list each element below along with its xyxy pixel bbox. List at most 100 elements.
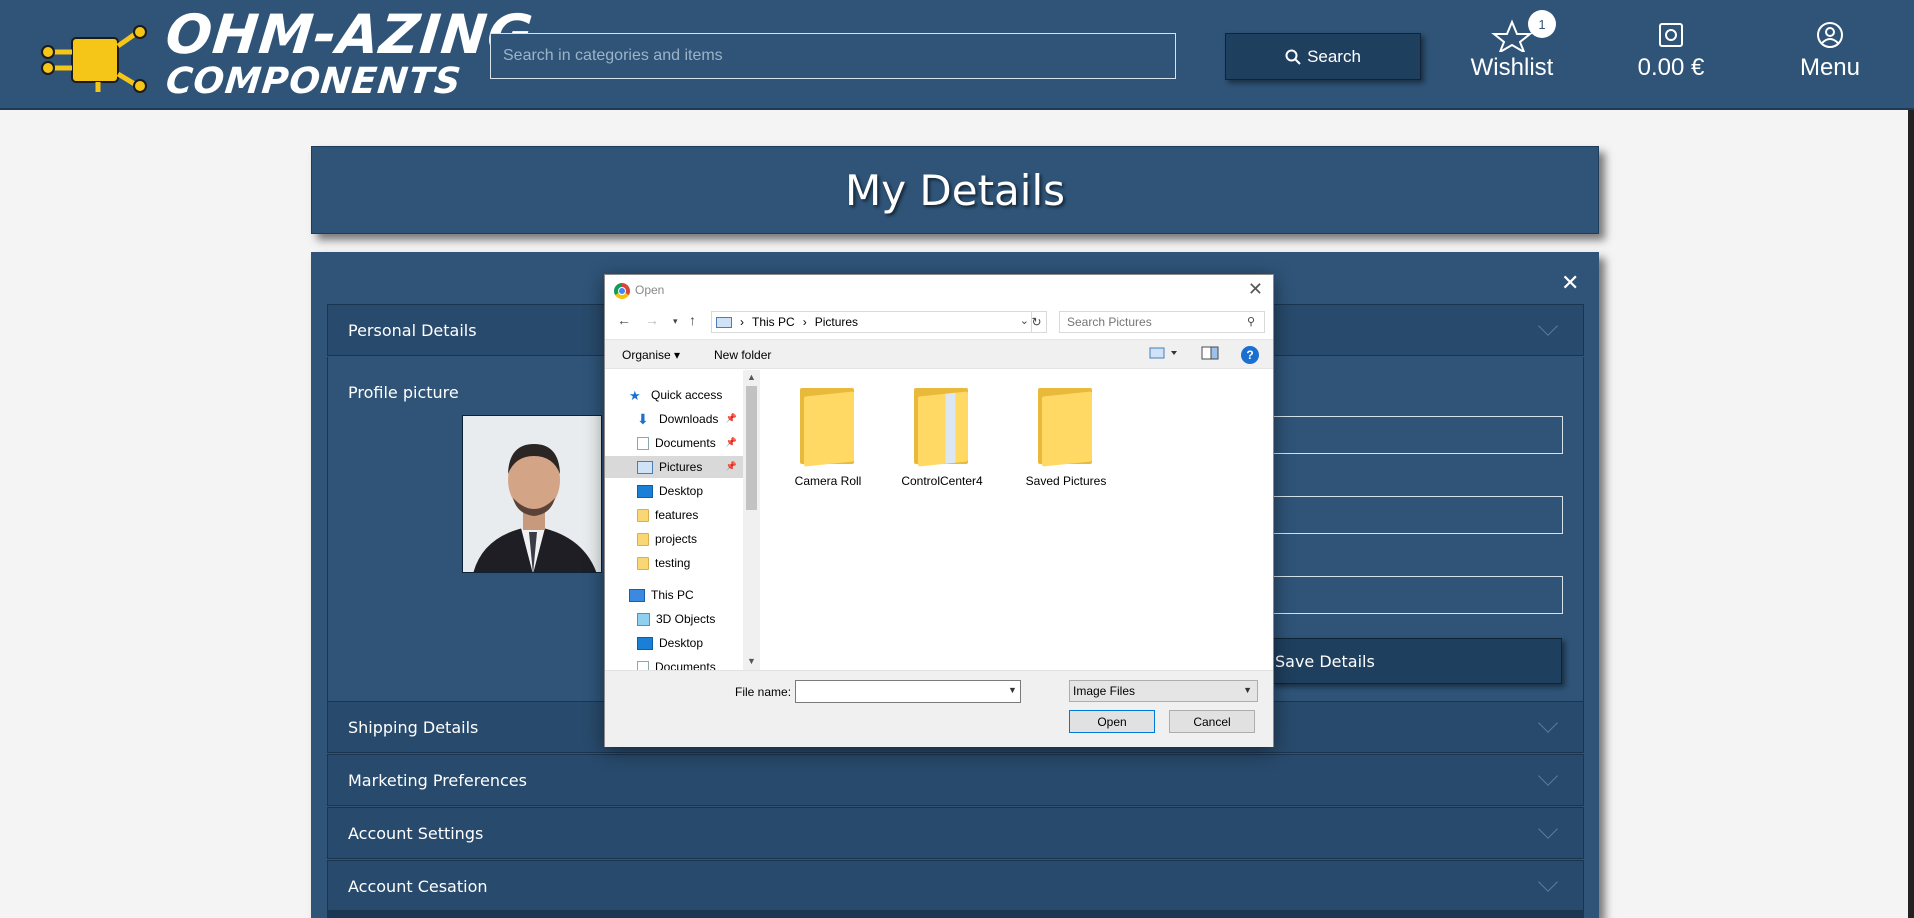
scroll-down-icon[interactable]: ▼ xyxy=(747,656,756,666)
nav-this-pc[interactable]: This PC xyxy=(605,584,743,606)
star-icon xyxy=(1491,19,1533,52)
accordion-label: Account Settings xyxy=(348,823,484,843)
folder-item[interactable]: Camera Roll xyxy=(773,388,883,488)
document-icon xyxy=(637,660,649,670)
folder-item[interactable]: ControlCenter4 xyxy=(887,388,997,488)
chevron-down-icon xyxy=(1538,766,1558,786)
search-button[interactable]: Search xyxy=(1225,33,1421,80)
cart-safe-icon xyxy=(1659,23,1683,47)
new-folder-button[interactable]: New folder xyxy=(714,348,771,362)
panel-bottom-strip xyxy=(327,910,1584,918)
up-arrow-icon[interactable]: ↑ xyxy=(689,312,696,328)
save-details-button[interactable]: Save Details xyxy=(1270,638,1562,684)
nav-label: testing xyxy=(655,556,691,570)
email-field[interactable] xyxy=(1270,576,1563,614)
file-name-input[interactable] xyxy=(795,680,1021,703)
site-search-input[interactable] xyxy=(490,33,1176,79)
logo-chip-icon[interactable] xyxy=(38,24,150,94)
nav-label: Quick access xyxy=(651,388,723,402)
nav-documents[interactable]: Documents 📌 xyxy=(605,432,743,454)
page-title-box: My Details xyxy=(311,146,1599,234)
accordion-marketing-preferences[interactable]: Marketing Preferences xyxy=(327,754,1584,806)
brand-logo-text[interactable]: OHM-AZING COMPONENTS xyxy=(163,3,536,102)
accordion-account-cesation[interactable]: Account Cesation xyxy=(327,860,1584,912)
dialog-toolbar: Organise ▾ New folder ? xyxy=(605,339,1273,369)
scroll-thumb[interactable] xyxy=(746,386,757,510)
last-name-field[interactable] xyxy=(1270,496,1563,534)
file-open-dialog[interactable]: Open ✕ ← → ▾ ↑ › This PC › Pictures ⌄ ↻ … xyxy=(604,274,1274,747)
folder-icon xyxy=(637,508,649,522)
search-button-label: Search xyxy=(1307,46,1361,66)
accordion-label: Account Cesation xyxy=(348,876,488,896)
view-options-icon[interactable] xyxy=(1149,346,1179,363)
chevron-down-icon xyxy=(1538,872,1558,892)
nav-features[interactable]: features xyxy=(605,504,743,526)
organise-menu[interactable]: Organise ▾ xyxy=(622,348,680,362)
nav-downloads[interactable]: ⬇ Downloads 📌 xyxy=(605,408,743,430)
back-arrow-icon[interactable]: ← xyxy=(617,312,631,328)
nav-label: 3D Objects xyxy=(656,612,716,626)
scroll-up-icon[interactable]: ▲ xyxy=(747,372,756,382)
first-name-field[interactable] xyxy=(1270,416,1563,454)
nav-documents-pc[interactable]: Documents xyxy=(605,656,743,670)
pin-icon[interactable]: 📌 xyxy=(726,461,737,472)
nav-scrollbar[interactable]: ▲ ▼ xyxy=(743,370,760,670)
folder-item[interactable]: Saved Pictures xyxy=(1011,388,1121,488)
cart-total: 0.00 € xyxy=(1637,54,1705,81)
file-name-label: File name: xyxy=(735,685,792,699)
desktop-icon xyxy=(637,484,653,498)
nav-label: Desktop xyxy=(659,636,704,650)
cart-link[interactable]: 0.00 € xyxy=(1596,18,1746,82)
pin-icon[interactable]: 📌 xyxy=(726,413,737,424)
close-icon[interactable]: ✕ xyxy=(1561,271,1579,296)
nav-label: Pictures xyxy=(659,460,703,474)
chevron-down-icon: ▼ xyxy=(1243,685,1252,695)
desktop-icon xyxy=(637,636,653,650)
pin-icon[interactable]: 📌 xyxy=(726,437,737,448)
nav-pictures[interactable]: Pictures 📌 xyxy=(605,456,743,478)
cancel-button[interactable]: Cancel xyxy=(1169,710,1255,733)
search-icon: ⚲ xyxy=(1247,316,1256,328)
pictures-location-icon xyxy=(716,316,732,328)
nav-label: features xyxy=(655,508,699,522)
nav-label: projects xyxy=(655,532,698,546)
profile-picture[interactable] xyxy=(462,415,602,573)
wishlist-link[interactable]: Wishlist xyxy=(1437,18,1587,82)
preview-pane-icon[interactable] xyxy=(1201,346,1219,363)
nav-desktop-pc[interactable]: Desktop xyxy=(605,632,743,654)
menu-link[interactable]: Menu xyxy=(1755,18,1905,82)
dialog-title-bar[interactable]: Open ✕ xyxy=(605,275,1273,305)
nav-label: Desktop xyxy=(659,484,704,498)
download-arrow-icon: ⬇ xyxy=(637,410,649,427)
refresh-icon[interactable]: ↻ xyxy=(1027,311,1047,333)
nav-quick-access[interactable]: ★ Quick access xyxy=(605,384,743,406)
nav-3d-objects[interactable]: 3D Objects xyxy=(605,608,743,630)
recent-locations-chevron-icon[interactable]: ▾ xyxy=(673,316,678,327)
accordion-account-settings[interactable]: Account Settings xyxy=(327,807,1584,859)
address-bar[interactable]: › This PC › Pictures ⌄ xyxy=(711,311,1032,333)
cube-icon xyxy=(637,612,650,626)
nav-testing[interactable]: testing xyxy=(605,552,743,574)
help-icon[interactable]: ? xyxy=(1241,346,1259,364)
breadcrumb-pictures[interactable]: Pictures xyxy=(815,315,858,329)
navigation-pane: ★ Quick access ⬇ Downloads 📌 Documents 📌… xyxy=(605,370,743,670)
star-icon: ★ xyxy=(629,387,641,403)
close-icon[interactable]: ✕ xyxy=(1248,279,1263,300)
chevron-down-icon[interactable]: ▼ xyxy=(1008,685,1017,695)
chevron-down-icon xyxy=(1538,316,1558,336)
folder-name: Saved Pictures xyxy=(1025,474,1107,488)
folder-name: ControlCenter4 xyxy=(901,474,983,488)
search-pictures-input[interactable] xyxy=(1059,311,1265,333)
open-button[interactable]: Open xyxy=(1069,710,1155,733)
forward-arrow-icon[interactable]: → xyxy=(645,312,659,328)
breadcrumb-separator: › xyxy=(802,315,807,329)
folder-name: Camera Roll xyxy=(794,474,862,488)
dialog-footer: File name: ▼ Image Files ▼ Open Cancel xyxy=(605,670,1273,747)
page-scrollbar[interactable] xyxy=(1908,110,1914,918)
nav-projects[interactable]: projects xyxy=(605,528,743,550)
search-icon xyxy=(1285,49,1301,65)
document-icon xyxy=(637,436,649,450)
file-type-select[interactable]: Image Files ▼ xyxy=(1069,680,1258,702)
breadcrumb-this-pc[interactable]: This PC xyxy=(752,315,795,329)
nav-desktop[interactable]: Desktop xyxy=(605,480,743,502)
